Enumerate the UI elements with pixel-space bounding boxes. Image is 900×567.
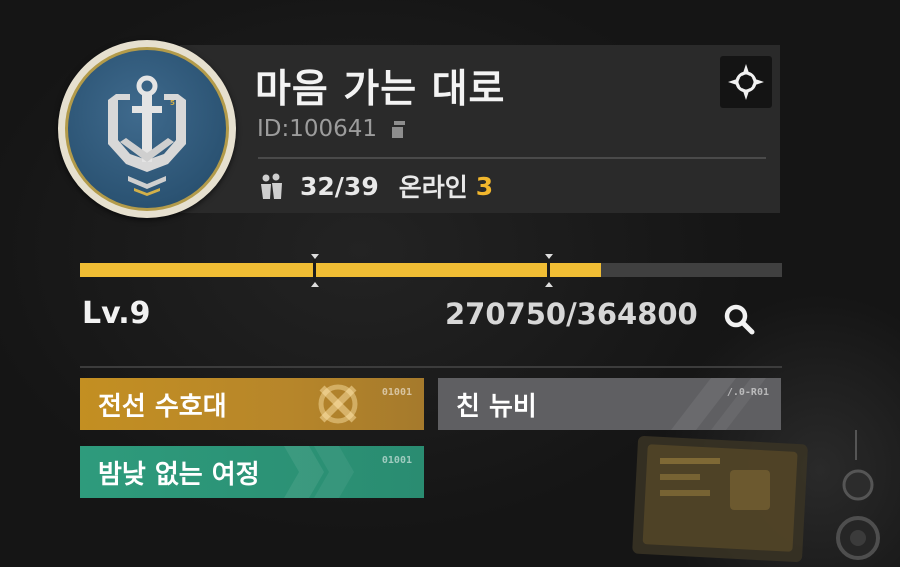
xp-milestone-marker: [313, 259, 316, 281]
xp-milestone-tick: [311, 254, 319, 259]
xp-milestone-tick: [311, 282, 319, 287]
background-device-decoration: [632, 430, 880, 563]
guild-name: 마음 가는 대로: [255, 67, 506, 112]
badge-label: 친 뉴비: [456, 391, 537, 422]
online-count: 3: [475, 171, 494, 201]
crosshair-button[interactable]: [720, 56, 772, 108]
xp-progress-bar: [80, 254, 782, 287]
guild-level: Lv.9: [82, 296, 151, 331]
xp-milestone-tick: [545, 282, 553, 287]
copy-icon[interactable]: [389, 120, 407, 140]
card-divider: [258, 157, 766, 159]
online-label: 온라인: [398, 173, 468, 202]
badge-stripe-decoration: [671, 378, 766, 430]
members-icon: [261, 173, 282, 199]
xp-progress-fill: [80, 263, 602, 277]
guild-id-text: ID:100641: [257, 116, 378, 142]
crossed-swords-icon: [318, 384, 358, 424]
guild-id-row: ID:100641: [257, 116, 407, 142]
badge-label: 전선 수호대: [98, 391, 227, 422]
badge-frontline-guardian[interactable]: 전선 수호대 01001: [80, 378, 424, 430]
badge-newbie-friendly[interactable]: 친 뉴비 /.0-R01: [438, 378, 781, 430]
xp-value: 270750/364800: [445, 297, 698, 331]
members-row: 32/39 온라인 3: [258, 168, 493, 204]
badge-label: 밤낮 없는 여정: [98, 459, 260, 490]
member-count: 32/39: [300, 171, 379, 201]
search-icon: [724, 304, 755, 335]
badge-day-night-journey[interactable]: 밤낮 없는 여정 01001: [80, 446, 424, 498]
anchor-emblem-icon: 5: [108, 75, 186, 196]
search-button[interactable]: [720, 300, 762, 340]
xp-milestone-tick: [545, 254, 553, 259]
crosshair-icon: [728, 64, 764, 100]
xp-milestone-marker: [547, 259, 550, 281]
svg-text:5: 5: [170, 99, 175, 107]
section-divider: [80, 366, 782, 368]
badge-stripe-decoration: [284, 446, 354, 498]
guild-emblem[interactable]: 5: [58, 40, 236, 218]
